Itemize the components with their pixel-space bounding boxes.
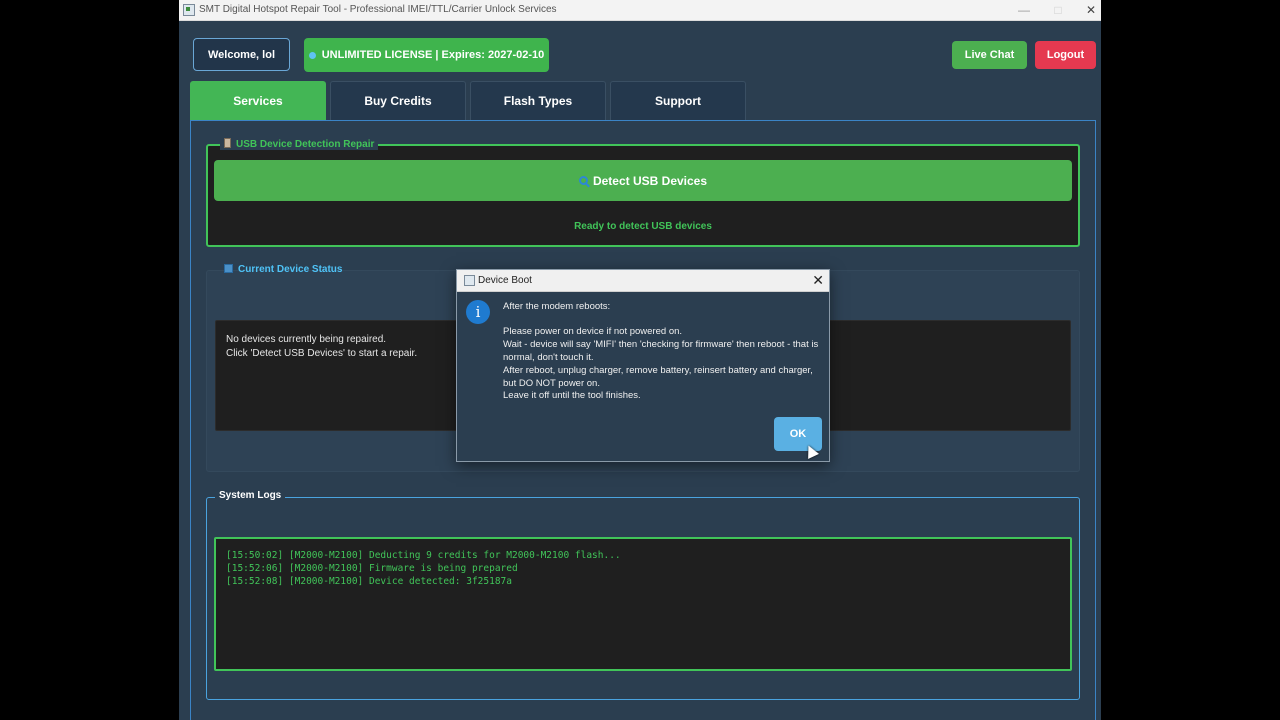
info-icon: i — [466, 300, 490, 324]
title-bar: SMT Digital Hotspot Repair Tool - Profes… — [179, 0, 1101, 21]
log-entry: [15:52:06] [M2000-M2100] Firmware is bei… — [226, 563, 518, 574]
dialog-line: Leave it off until the tool finishes. — [503, 390, 641, 401]
device-status-line: No devices currently being repaired. — [226, 334, 387, 345]
tab-services[interactable]: Services — [190, 81, 326, 120]
dialog-title: Device Boot — [478, 275, 532, 286]
log-entry: [15:52:08] [M2000-M2100] Device detected… — [226, 576, 512, 587]
detect-usb-label: Detect USB Devices — [592, 173, 708, 188]
tab-buy-credits[interactable]: Buy Credits — [330, 81, 466, 120]
maximize-button[interactable]: □ — [1046, 2, 1070, 18]
license-icon — [308, 51, 316, 59]
license-text: UNLIMITED LICENSE | Expires: 2027-02-10 — [321, 49, 545, 61]
usb-detection-title: USB Device Detection Repair — [220, 138, 379, 150]
search-icon — [578, 176, 588, 185]
logout-button[interactable]: Logout — [1035, 41, 1096, 69]
usb-detection-title-text: USB Device Detection Repair — [236, 139, 375, 150]
usb-status-text: Ready to detect USB devices — [574, 221, 712, 232]
log-entry: [15:50:02] [M2000-M2100] Deducting 9 cre… — [226, 550, 621, 561]
system-logs-title: System Logs — [215, 490, 286, 501]
app-icon — [183, 4, 195, 16]
device-status-title: Current Device Status — [220, 264, 346, 275]
window-title: SMT Digital Hotspot Repair Tool - Profes… — [199, 4, 557, 15]
chip-icon — [224, 138, 231, 148]
disk-icon — [224, 264, 233, 273]
dialog-line: After reboot, unplug charger, remove bat… — [503, 365, 813, 389]
dialog-line: Wait - device will say 'MIFI' then 'chec… — [503, 339, 819, 363]
dialog-app-icon — [464, 275, 475, 286]
tab-support[interactable]: Support — [610, 81, 746, 120]
welcome-badge: Welcome, lol — [193, 38, 290, 71]
dialog-title-bar: Device Boot ✕ — [457, 270, 829, 292]
dialog-close-button[interactable]: ✕ — [812, 272, 824, 288]
detect-usb-button[interactable]: Detect USB Devices — [214, 160, 1072, 201]
close-window-button[interactable]: ✕ — [1079, 2, 1101, 18]
device-boot-dialog: Device Boot ✕ i After the modem reboots:… — [456, 269, 830, 462]
dialog-line: Please power on device if not powered on… — [503, 326, 683, 337]
device-status-title-text: Current Device Status — [238, 264, 343, 275]
device-status-line: Click 'Detect USB Devices' to start a re… — [226, 348, 418, 359]
live-chat-button[interactable]: Live Chat — [952, 41, 1027, 69]
tab-flash-types[interactable]: Flash Types — [470, 81, 606, 120]
license-badge: UNLIMITED LICENSE | Expires: 2027-02-10 — [304, 38, 549, 72]
minimize-button[interactable]: — — [1012, 2, 1036, 18]
dialog-heading: After the modem reboots: — [503, 301, 611, 312]
